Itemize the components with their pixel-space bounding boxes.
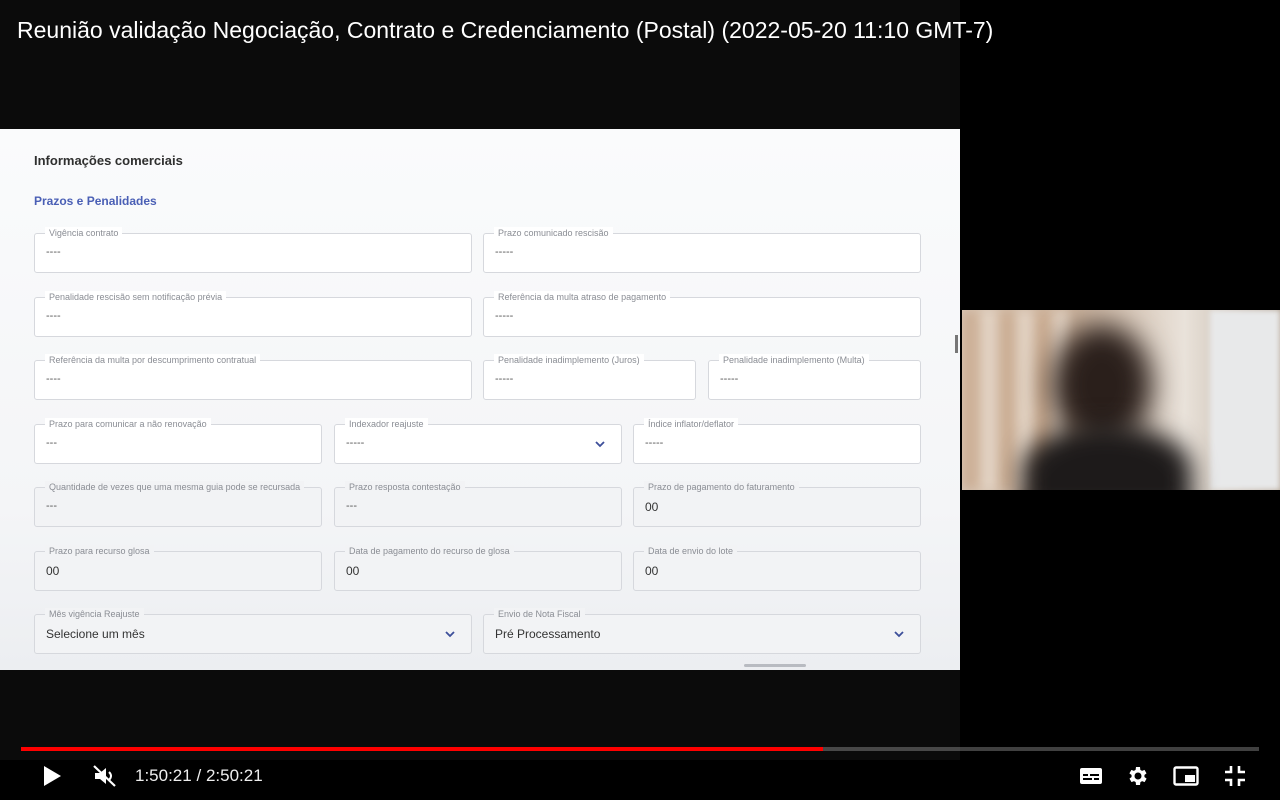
panel-resize-handle[interactable]	[955, 335, 958, 353]
field-prazo-recurso-glosa[interactable]: Prazo para recurso glosa 00	[34, 545, 322, 591]
field-prazo-nao-renovacao[interactable]: Prazo para comunicar a não renovação ---	[34, 418, 322, 464]
field-label: Prazo resposta contestação	[345, 481, 465, 493]
field-label: Referência da multa atraso de pagamento	[494, 291, 671, 303]
video-title: Reunião validação Negociação, Contrato e…	[17, 17, 994, 43]
field-label: Prazo para recurso glosa	[45, 545, 154, 557]
webcam-video	[962, 310, 1280, 490]
subtitles-button[interactable]	[1075, 760, 1107, 792]
field-label: Indexador reajuste	[345, 418, 428, 430]
select-mes-vigencia-reajuste[interactable]: Mês vigência Reajuste Selecione um mês	[34, 608, 472, 654]
field-indice-inflator[interactable]: Índice inflator/deflator -----	[633, 418, 921, 464]
field-prazo-comunicado-rescisao[interactable]: Prazo comunicado rescisão -----	[483, 227, 921, 273]
field-value: 00	[346, 564, 360, 578]
field-quantidade-guia[interactable]: Quantidade de vezes que uma mesma guia p…	[34, 481, 322, 527]
settings-button[interactable]	[1122, 760, 1154, 792]
field-value: -----	[645, 437, 664, 449]
field-prazo-contestacao[interactable]: Prazo resposta contestação ---	[334, 481, 622, 527]
field-label: Data de envio do lote	[644, 545, 738, 557]
field-value: ---	[346, 500, 357, 512]
field-label: Penalidade inadimplemento (Juros)	[494, 354, 644, 366]
chevron-down-icon	[595, 441, 605, 448]
field-value: 00	[645, 564, 659, 578]
field-value: -----	[720, 373, 739, 385]
field-label: Referência da multa por descumprimento c…	[45, 354, 261, 366]
field-value: ---	[46, 437, 57, 449]
horizontal-scrollbar[interactable]	[744, 664, 806, 667]
field-value: 00	[645, 500, 659, 514]
field-value: ----	[46, 373, 61, 385]
field-value: 00	[46, 564, 60, 578]
progress-bar[interactable]	[21, 747, 1259, 751]
select-indexador-reajuste[interactable]: Indexador reajuste -----	[334, 418, 622, 464]
play-button[interactable]	[36, 760, 68, 792]
field-penalidade-juros[interactable]: Penalidade inadimplemento (Juros) -----	[483, 354, 696, 400]
field-value: -----	[346, 437, 365, 449]
miniplayer-button[interactable]	[1170, 760, 1202, 792]
field-value: -----	[495, 246, 514, 258]
subtitles-icon	[1080, 768, 1102, 784]
field-prazo-pagamento-faturamento[interactable]: Prazo de pagamento do faturamento 00	[633, 481, 921, 527]
chevron-down-icon	[894, 631, 904, 638]
field-value: Selecione um mês	[46, 627, 145, 641]
total-time: 2:50:21	[205, 766, 263, 785]
mute-button[interactable]	[89, 760, 121, 792]
section-title: Informações comerciais	[34, 153, 183, 168]
field-penalidade-rescisao[interactable]: Penalidade rescisão sem notificação prév…	[34, 291, 472, 337]
field-label: Envio de Nota Fiscal	[494, 608, 585, 620]
field-penalidade-multa[interactable]: Penalidade inadimplemento (Multa) -----	[708, 354, 921, 400]
field-referencia-multa-descumprimento[interactable]: Referência da multa por descumprimento c…	[34, 354, 472, 400]
field-data-pagamento-recurso[interactable]: Data de pagamento do recurso de glosa 00	[334, 545, 622, 591]
progress-bar-played	[21, 747, 823, 751]
field-value: Pré Processamento	[495, 627, 601, 641]
miniplayer-icon	[1173, 766, 1199, 786]
field-label: Penalidade inadimplemento (Multa)	[719, 354, 869, 366]
field-label: Índice inflator/deflator	[644, 418, 739, 430]
field-value: ----	[46, 310, 61, 322]
time-display: 1:50:21 / 2:50:21	[135, 766, 263, 786]
field-value: -----	[495, 373, 514, 385]
exit-fullscreen-icon	[1225, 766, 1245, 786]
field-label: Prazo para comunicar a não renovação	[45, 418, 211, 430]
subsection-title: Prazos e Penalidades	[34, 194, 157, 208]
field-label: Prazo comunicado rescisão	[494, 227, 613, 239]
field-label: Vigência contrato	[45, 227, 123, 239]
field-value: ----	[46, 246, 61, 258]
field-label: Penalidade rescisão sem notificação prév…	[45, 291, 227, 303]
field-vigencia-contrato[interactable]: Vigência contrato ----	[34, 227, 472, 273]
play-icon	[44, 766, 61, 786]
exit-fullscreen-button[interactable]	[1219, 760, 1251, 792]
field-label: Quantidade de vezes que uma mesma guia p…	[45, 481, 305, 493]
volume-muted-icon	[93, 765, 116, 787]
field-data-envio-lote[interactable]: Data de envio do lote 00	[633, 545, 921, 591]
current-time: 1:50:21	[135, 766, 192, 785]
field-referencia-multa-atraso[interactable]: Referência da multa atraso de pagamento …	[483, 291, 921, 337]
field-label: Data de pagamento do recurso de glosa	[345, 545, 514, 557]
gear-icon	[1129, 767, 1147, 785]
select-envio-nota-fiscal[interactable]: Envio de Nota Fiscal Pré Processamento	[483, 608, 921, 654]
field-label: Prazo de pagamento do faturamento	[644, 481, 799, 493]
chevron-down-icon	[445, 631, 455, 638]
time-separator: /	[196, 766, 202, 785]
field-label: Mês vigência Reajuste	[45, 608, 144, 620]
field-value: -----	[495, 310, 514, 322]
field-value: ---	[46, 500, 57, 512]
